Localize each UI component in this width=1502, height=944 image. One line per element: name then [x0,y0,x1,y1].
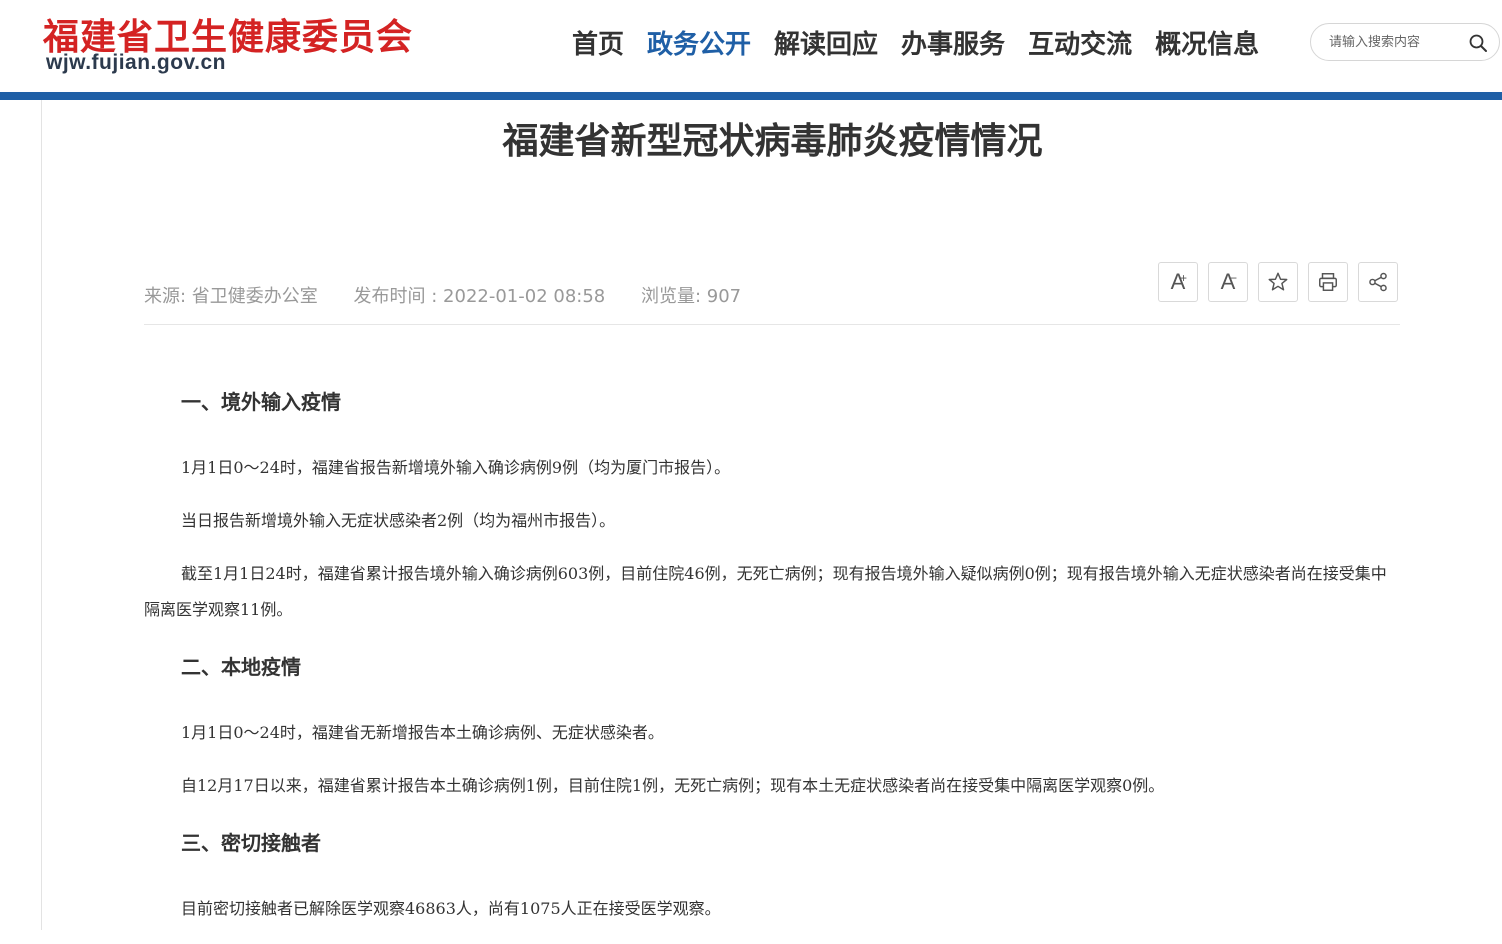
font-decrease-button[interactable]: A − [1208,262,1248,302]
meta-divider [144,324,1400,325]
star-icon [1268,272,1288,291]
section-heading: 二、本地疫情 [181,655,301,679]
search-input[interactable] [1329,32,1459,52]
favorite-button[interactable] [1258,262,1298,302]
font-increase-button[interactable]: A + [1158,262,1198,302]
font-decrease-icon: A − [1220,269,1237,294]
article-toolbar: A + A − [1158,262,1408,302]
nav-item-interpretation[interactable]: 解读回应 [774,24,878,61]
search-box [1310,23,1500,61]
article-views: 浏览量: 907 [640,286,742,307]
font-increase-icon: A + [1170,269,1187,294]
article-paragraph: 截至1月1日24时，福建省累计报告境外输入确诊病例603例，目前住院46例，无死… [144,564,1387,619]
section-heading: 三、密切接触者 [181,831,321,855]
search-icon[interactable] [1468,33,1488,53]
article-paragraph: 自12月17日以来，福建省累计报告本土确诊病例1例，目前住院1例，无死亡病例；现… [181,776,1165,795]
print-icon [1319,273,1337,291]
article-meta: 来源: 省卫健委办公室 发布时间 : 2022-01-02 08:58 浏览量:… [144,282,771,308]
article-body: 一、境外输入疫情 1月1日0～24时，福建省报告新增境外输入确诊病例9例（均为厦… [144,380,1402,944]
nav-item-overview[interactable]: 概况信息 [1155,24,1259,61]
share-button[interactable] [1358,262,1398,302]
article-publish-time: 发布时间 : 2022-01-02 08:58 [353,286,606,307]
share-icon [1369,272,1387,292]
nav-item-government-affairs[interactable]: 政务公开 [647,24,751,61]
article-paragraph: 1月1日0～24时，福建省无新增报告本土确诊病例、无症状感染者。 [181,723,664,742]
left-border-line [41,100,42,930]
article-paragraph: 当日报告新增境外输入无症状感染者2例（均为福州市报告）。 [181,511,616,530]
site-header: 福建省卫生健康委员会 wjw.fujian.gov.cn 首页 政务公开 解读回… [0,0,1502,92]
nav-item-services[interactable]: 办事服务 [901,24,1005,61]
section-heading: 一、境外输入疫情 [181,390,341,414]
nav-item-home[interactable]: 首页 [572,24,624,61]
article-paragraph: 1月1日0～24时，福建省报告新增境外输入确诊病例9例（均为厦门市报告）。 [181,458,731,477]
main-nav: 首页 政务公开 解读回应 办事服务 互动交流 概况信息 [572,24,1282,61]
nav-item-interaction[interactable]: 互动交流 [1028,24,1132,61]
article-source: 来源: 省卫健委办公室 [144,286,318,307]
article-paragraph: 目前密切接触者已解除医学观察46863人，尚有1075人正在接受医学观察。 [181,899,721,918]
header-divider-bar [0,92,1502,100]
article-title: 福建省新型冠状病毒肺炎疫情情况 [502,121,1043,162]
site-logo-domain[interactable]: wjw.fujian.gov.cn [46,51,226,75]
print-button[interactable] [1308,262,1348,302]
